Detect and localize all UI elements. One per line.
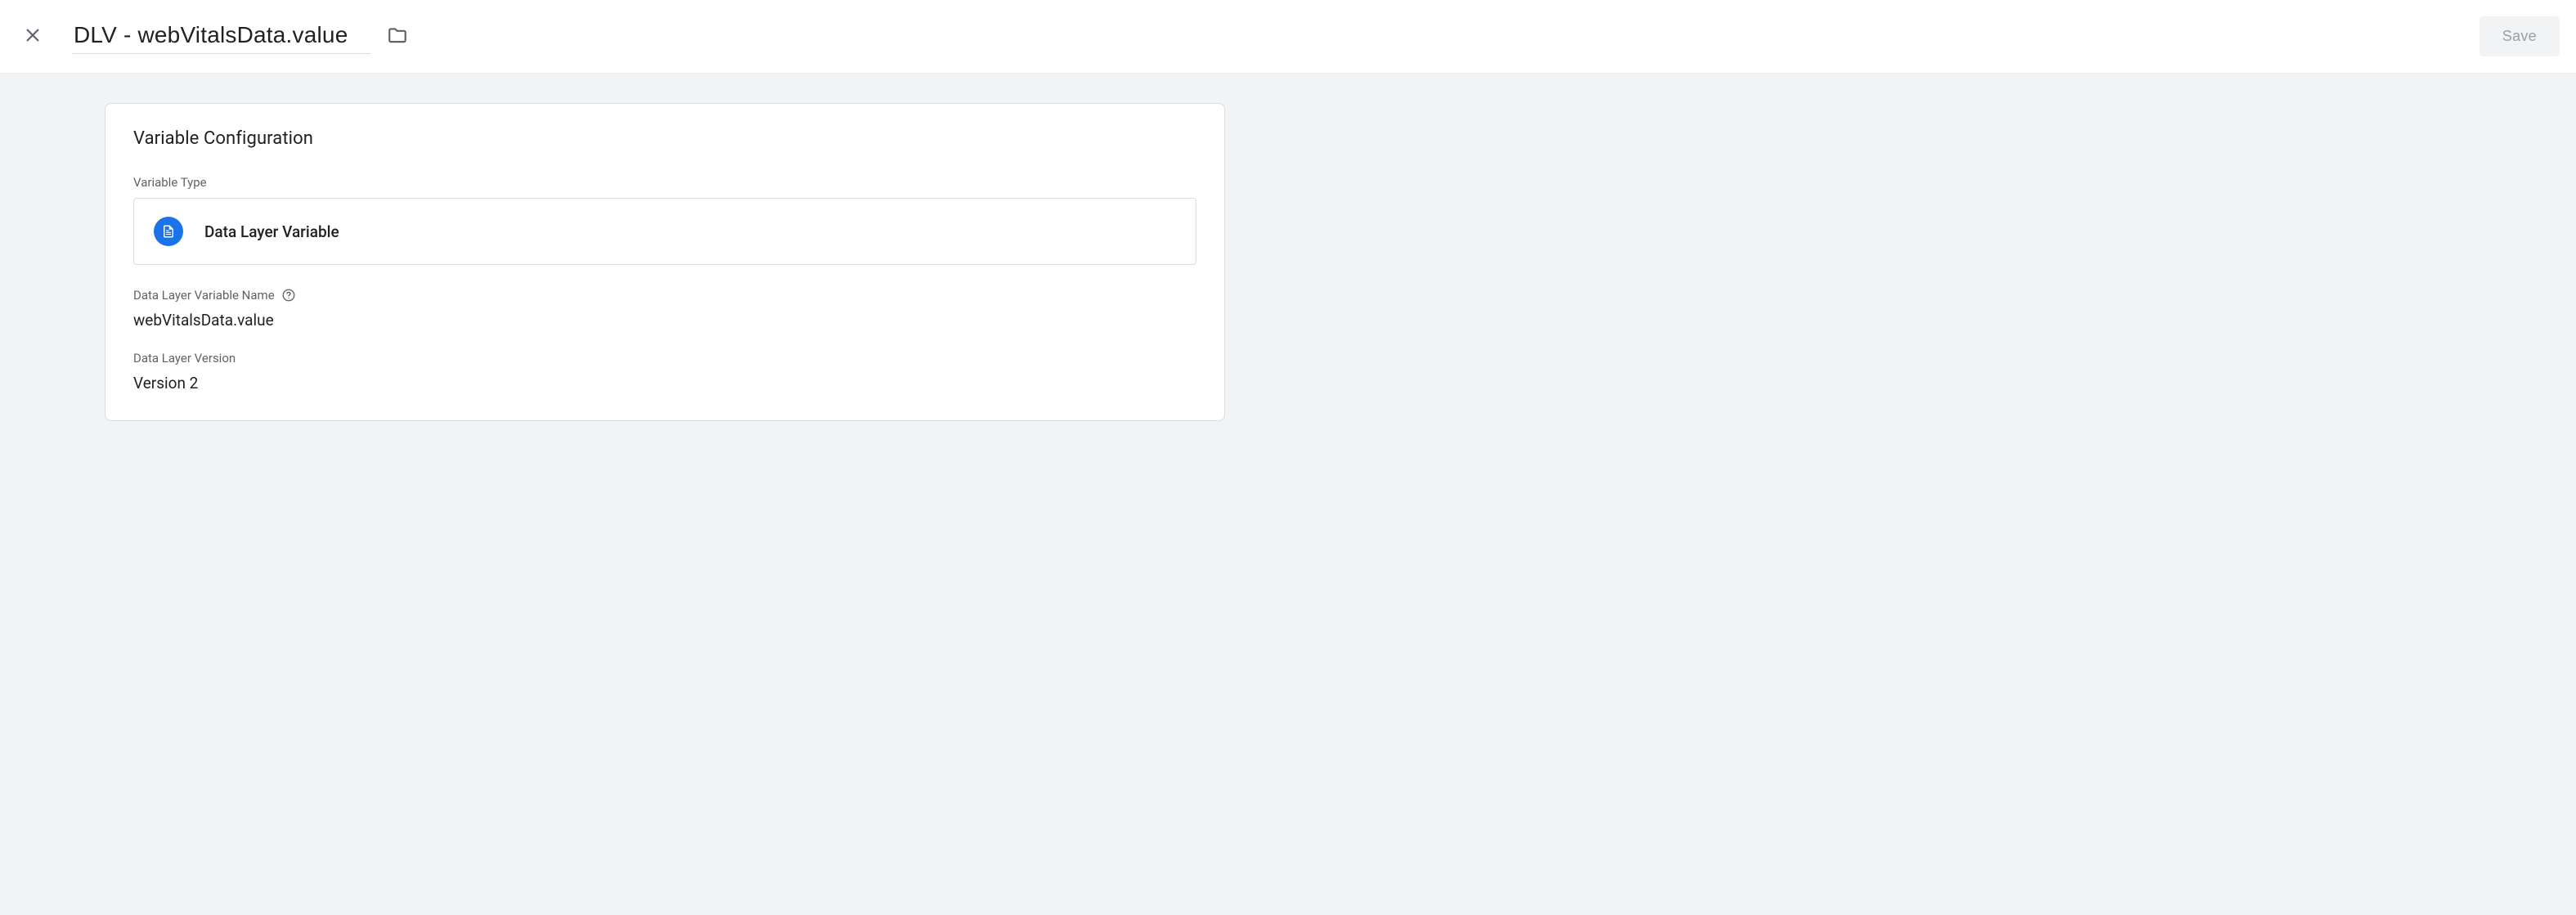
content-area: Variable Configuration Variable Type Dat… [0,74,2576,915]
variable-type-selector[interactable]: Data Layer Variable [133,198,1196,265]
save-button[interactable]: Save [2480,16,2560,56]
variable-type-name: Data Layer Variable [204,222,339,241]
close-button[interactable] [16,19,49,54]
dlv-name-label-text: Data Layer Variable Name [133,288,275,303]
dlv-version-value: Version 2 [133,374,1196,392]
variable-configuration-card: Variable Configuration Variable Type Dat… [105,103,1225,421]
variable-type-label: Variable Type [133,175,1196,190]
folder-button[interactable] [382,20,413,53]
help-icon[interactable] [281,288,296,303]
variable-name-input[interactable] [72,19,370,54]
dlv-name-value: webVitalsData.value [133,311,1196,330]
close-icon [23,25,43,47]
dlv-version-label: Data Layer Version [133,351,1196,366]
title-wrapper [72,19,413,54]
dlv-name-label: Data Layer Variable Name [133,288,1196,303]
card-title: Variable Configuration [133,128,1196,149]
folder-icon [387,25,408,48]
data-layer-variable-icon [154,217,183,246]
editor-header: Save [0,0,2576,74]
